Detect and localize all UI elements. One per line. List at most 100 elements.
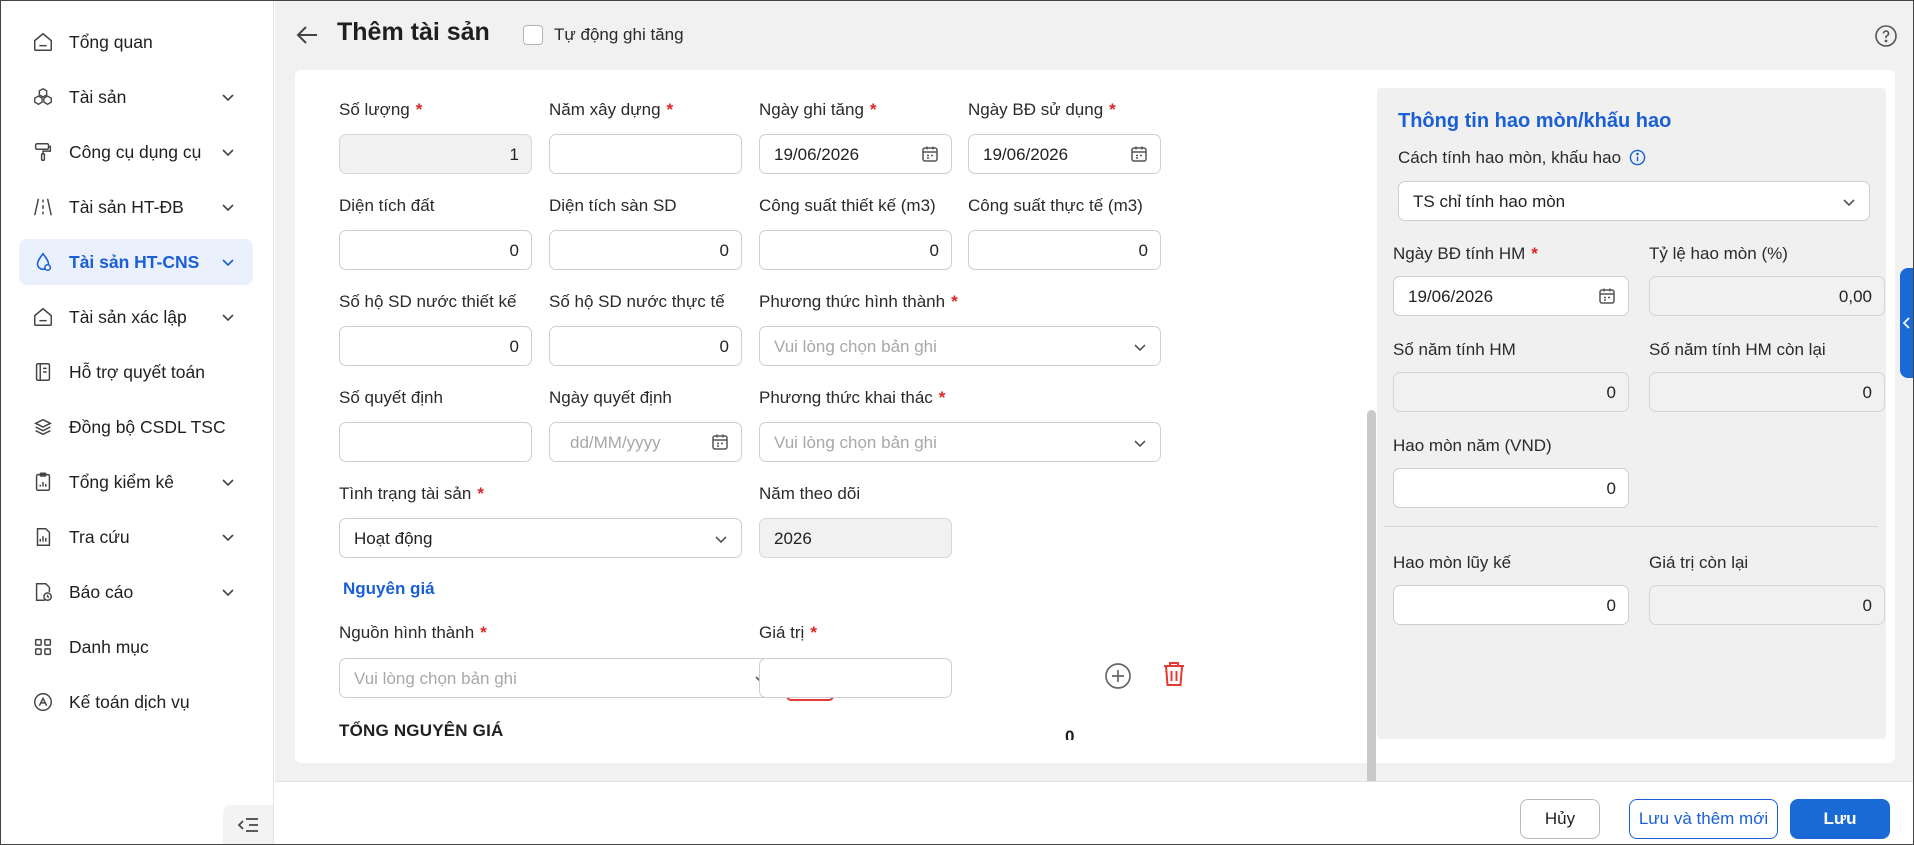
- depreciation-method-select[interactable]: TS chỉ tính hao mòn: [1398, 181, 1870, 221]
- depreciation-panel: Thông tin hao mòn/khấu hao Cách tính hao…: [1377, 88, 1886, 739]
- save-and-new-button[interactable]: Lưu và thêm mới: [1629, 799, 1778, 839]
- field-label: Phương thức khai thác *: [759, 388, 946, 407]
- add-row-icon[interactable]: [1104, 662, 1132, 690]
- sidebar-item-danh-muc[interactable]: Danh mục: [19, 624, 253, 670]
- cancel-button[interactable]: Hủy: [1520, 799, 1600, 839]
- annual-depreciation-field[interactable]: 0: [1393, 468, 1629, 508]
- land-area-field[interactable]: 0: [339, 230, 532, 270]
- depreciation-years-field[interactable]: 0: [1393, 372, 1629, 412]
- remaining-years-field[interactable]: 0: [1649, 372, 1885, 412]
- sidebar-item-label: Tài sản: [69, 86, 127, 107]
- formation-method-select[interactable]: Vui lòng chọn bản ghi: [759, 326, 1161, 366]
- original-cost-section-title: Nguyên giá: [343, 579, 435, 598]
- depreciation-start-date-field[interactable]: 19/06/2026: [1393, 276, 1629, 316]
- sidebar-item-tai-san-ht-cns[interactable]: Tài sản HT-CNS: [19, 239, 253, 285]
- auto-increase-checkbox[interactable]: [523, 25, 543, 45]
- design-capacity-field[interactable]: 0: [759, 230, 952, 270]
- home-icon: [34, 32, 52, 51]
- construction-year-field[interactable]: [549, 134, 742, 174]
- chevron-down-icon: [222, 204, 234, 212]
- calendar-icon[interactable]: [711, 433, 729, 451]
- field-label: Phương thức hình thành *: [759, 292, 958, 311]
- quantity-field[interactable]: 1: [339, 134, 532, 174]
- sidebar-item-dong-bo-csdl[interactable]: Đồng bộ CSDL TSC: [19, 404, 253, 450]
- sidebar-item-ke-toan-dich-vu[interactable]: Kế toán dịch vụ: [19, 679, 253, 725]
- depreciation-rate-field[interactable]: 0,00: [1649, 276, 1885, 316]
- sidebar-item-label: Công cụ dụng cụ: [69, 141, 202, 162]
- home-icon: [34, 307, 52, 326]
- side-drawer-toggle[interactable]: [1900, 268, 1914, 378]
- sidebar-item-ho-tro-quyet-toan[interactable]: Hỗ trợ quyết toán: [19, 349, 253, 395]
- chevron-down-icon: [1843, 199, 1855, 207]
- accumulated-depreciation-field[interactable]: 0: [1393, 585, 1629, 625]
- chevron-down-icon: [222, 479, 234, 487]
- field-label: Diện tích sàn SD: [549, 196, 677, 215]
- sidebar-item-cong-cu[interactable]: Công cụ dụng cụ: [19, 129, 253, 175]
- save-button[interactable]: Lưu: [1790, 799, 1890, 839]
- increase-date-field[interactable]: 19/06/2026: [759, 134, 952, 174]
- chevron-down-icon: [222, 534, 234, 542]
- sidebar-item-label: Tổng quan: [69, 31, 153, 52]
- field-label: Số năm tính HM còn lại: [1649, 340, 1826, 359]
- decision-number-field[interactable]: [339, 422, 532, 462]
- calendar-icon[interactable]: [921, 145, 939, 163]
- field-label: Công suất thiết kế (m3): [759, 196, 936, 215]
- actual-capacity-field[interactable]: 0: [968, 230, 1161, 270]
- field-label: Nguồn hình thành *: [339, 623, 487, 642]
- sidebar-item-tra-cuu[interactable]: Tra cứu: [19, 514, 253, 560]
- collapse-menu-icon: [237, 818, 258, 832]
- info-icon[interactable]: [1629, 149, 1646, 166]
- value-field[interactable]: [759, 658, 952, 698]
- road-icon: [34, 198, 52, 216]
- field-label: Số quyết định: [339, 388, 443, 407]
- sidebar-item-tong-quan[interactable]: Tổng quan: [19, 19, 253, 65]
- sidebar-item-label: Tài sản HT-ĐB: [69, 196, 184, 217]
- sidebar-item-label: Hỗ trợ quyết toán: [69, 361, 205, 382]
- sidebar-item-tai-san-xac-lap[interactable]: Tài sản xác lập: [19, 294, 253, 340]
- sidebar-item-bao-cao[interactable]: Báo cáo: [19, 569, 253, 615]
- decision-date-field[interactable]: dd/MM/yyyy: [549, 422, 742, 462]
- exploitation-method-select[interactable]: Vui lòng chọn bản ghi: [759, 422, 1161, 462]
- field-label: Diện tích đất: [339, 196, 435, 215]
- calendar-icon[interactable]: [1130, 145, 1148, 163]
- water-drop-icon: [36, 252, 52, 272]
- field-label: Hao mòn năm (VND): [1393, 436, 1552, 455]
- funding-source-select[interactable]: Vui lòng chọn bản ghi: [339, 658, 782, 698]
- design-households-field[interactable]: 0: [339, 326, 532, 366]
- main-content: Thêm tài sản Tự động ghi tăng Số lượng * …: [275, 0, 1914, 845]
- field-label: Số lượng *: [339, 100, 423, 119]
- field-label: Ngày ghi tăng *: [759, 100, 877, 119]
- cubes-icon: [34, 87, 52, 106]
- sidebar-item-label: Tra cứu: [69, 526, 130, 547]
- delete-row-icon[interactable]: [1161, 660, 1187, 688]
- clipboard-icon: [35, 472, 51, 491]
- auto-increase-label: Tự động ghi tăng: [554, 25, 684, 44]
- asset-form-card: Số lượng * 1 Năm xây dựng * Ngày ghi tăng *…: [295, 70, 1895, 800]
- page-title: Thêm tài sản: [337, 18, 490, 46]
- floor-area-field[interactable]: 0: [549, 230, 742, 270]
- remaining-value-field[interactable]: 0: [1649, 585, 1885, 625]
- chevron-down-icon: [715, 536, 727, 544]
- paint-roller-icon: [34, 143, 52, 161]
- field-label: Năm xây dựng *: [549, 100, 674, 119]
- sidebar-item-label: Kế toán dịch vụ: [69, 691, 190, 712]
- field-label: Hao mòn lũy kế: [1393, 553, 1512, 572]
- chart-doc-icon: [36, 528, 51, 546]
- calendar-icon[interactable]: [1598, 287, 1616, 305]
- sidebar-item-label: Tài sản xác lập: [69, 306, 187, 327]
- start-use-date-field[interactable]: 19/06/2026: [968, 134, 1161, 174]
- field-label: Giá trị *: [759, 623, 817, 642]
- sidebar-item-tai-san-ht-db[interactable]: Tài sản HT-ĐB: [19, 184, 253, 230]
- help-icon[interactable]: [1874, 24, 1898, 48]
- sidebar-item-tai-san[interactable]: Tài sản: [19, 74, 253, 120]
- field-label: Ngày BĐ tính HM *: [1393, 244, 1538, 263]
- form-scrollbar[interactable]: [1367, 410, 1376, 800]
- field-label: Số hộ SD nước thực tế: [549, 292, 725, 311]
- back-arrow-icon[interactable]: [295, 22, 321, 48]
- tracking-year-field[interactable]: 2026: [759, 518, 952, 558]
- collapse-sidebar-button[interactable]: [223, 805, 273, 845]
- actual-households-field[interactable]: 0: [549, 326, 742, 366]
- sidebar-item-tong-kiem-ke[interactable]: Tổng kiểm kê: [19, 459, 253, 505]
- page-header: Thêm tài sản Tự động ghi tăng: [275, 0, 1914, 70]
- asset-status-select[interactable]: Hoạt động: [339, 518, 742, 558]
